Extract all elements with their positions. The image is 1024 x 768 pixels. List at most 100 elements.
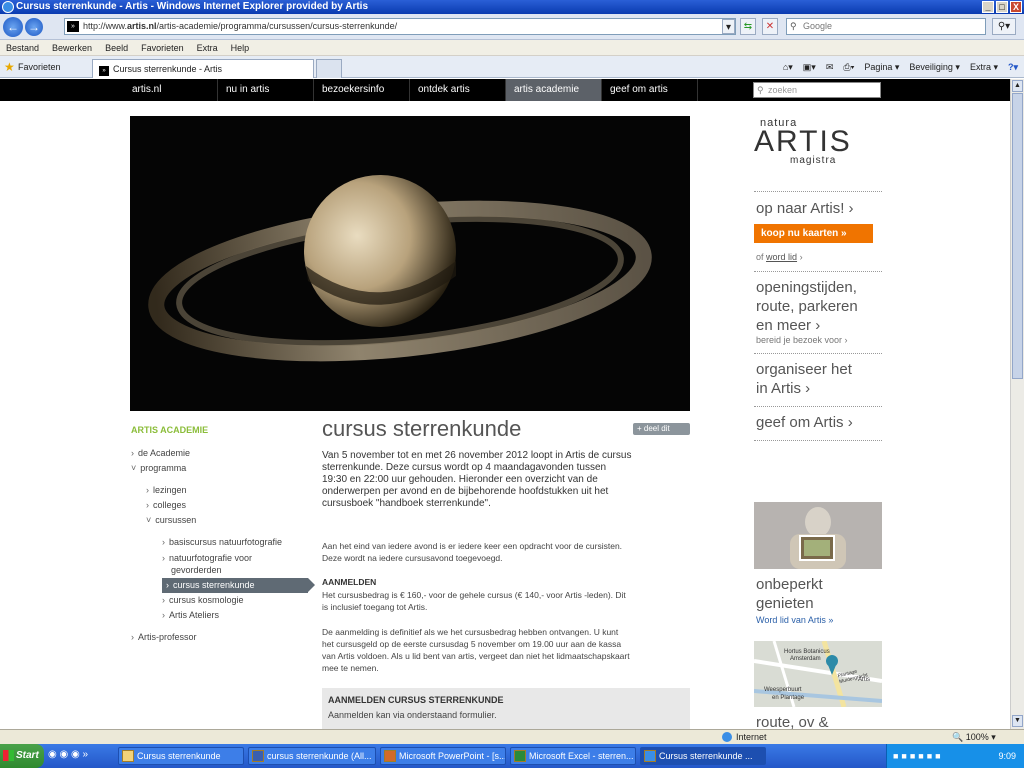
leftnav-colleges[interactable]: › colleges bbox=[146, 499, 186, 511]
excel-icon bbox=[514, 750, 526, 762]
menu-bestand[interactable]: Bestand bbox=[6, 40, 39, 55]
openingstijden-link-2[interactable]: route, parkeren bbox=[756, 297, 858, 316]
nav-artis-nl[interactable]: artis.nl bbox=[124, 79, 218, 101]
divider bbox=[754, 271, 882, 272]
address-input[interactable]: » http://www.artis.nl/artis-academie/pro… bbox=[64, 18, 736, 35]
geef-om-artis-link[interactable]: geef om Artis › bbox=[756, 413, 853, 432]
word-icon bbox=[252, 750, 264, 762]
new-tab-button[interactable] bbox=[316, 59, 342, 78]
search-go-icon[interactable]: ⚲▾ bbox=[992, 18, 1016, 35]
url-domain: artis.nl bbox=[127, 21, 157, 31]
refresh-icon[interactable]: ⇆ bbox=[740, 18, 756, 35]
site-search-input[interactable]: ⚲ zoeken bbox=[753, 82, 881, 98]
leftnav-cursus-sterrenkunde[interactable]: › cursus sterrenkunde bbox=[162, 578, 315, 593]
feeds-icon[interactable]: ▣▾ bbox=[803, 59, 816, 75]
nav-artis-academie[interactable]: artis academie bbox=[506, 79, 602, 101]
leftnav-lezingen[interactable]: › lezingen bbox=[146, 484, 187, 496]
nav-geef-om-artis[interactable]: geef om artis bbox=[602, 79, 698, 101]
menu-favorieten[interactable]: Favorieten bbox=[141, 40, 184, 55]
route-map-image[interactable]: Hortus Botanicus Amsterdam Artis Plantag… bbox=[754, 641, 882, 707]
logo-artis: ARTIS bbox=[754, 125, 852, 158]
leftnav-programma[interactable]: ˅ programma bbox=[131, 462, 186, 474]
leftnav-natuurfotografie-gevorderden[interactable]: › natuurfotografie voor bbox=[162, 552, 252, 564]
menu-help[interactable]: Help bbox=[231, 40, 250, 55]
menu-bewerken[interactable]: Bewerken bbox=[52, 40, 92, 55]
mail-icon[interactable]: ✉ bbox=[826, 59, 834, 75]
nav-bezoekersinfo[interactable]: bezoekersinfo bbox=[314, 79, 410, 101]
route-ov-title[interactable]: route, ov & bbox=[756, 713, 829, 729]
minimize-button[interactable]: _ bbox=[982, 1, 994, 13]
quicklaunch-icons[interactable]: ◉ ◉ ◉ » bbox=[48, 749, 88, 760]
forward-arrow-icon[interactable]: → bbox=[25, 18, 43, 36]
vertical-scrollbar[interactable]: ▲ ▼ bbox=[1010, 79, 1024, 729]
leftnav-de-academie[interactable]: › de Academie bbox=[131, 447, 190, 459]
leftnav-basiscursus[interactable]: › basiscursus natuurfotografie bbox=[162, 536, 282, 548]
maximize-button[interactable]: □ bbox=[996, 1, 1008, 13]
nav-ontdek-artis[interactable]: ontdek artis bbox=[410, 79, 506, 101]
menu-extra[interactable]: Extra bbox=[197, 40, 218, 55]
scroll-thumb[interactable] bbox=[1012, 93, 1023, 379]
address-dropdown-icon[interactable]: ▾ bbox=[722, 19, 735, 34]
word-lid-arrow: › bbox=[799, 252, 803, 262]
word-lid-van-artis-link[interactable]: Word lid van Artis » bbox=[756, 615, 833, 625]
favorites-button[interactable]: ★ Favorieten bbox=[4, 59, 61, 75]
taskbar-item-word[interactable]: cursus sterrenkunde (All... bbox=[248, 747, 376, 765]
window-title: Cursus sterrenkunde - Artis - Windows In… bbox=[16, 1, 369, 12]
cmd-pagina[interactable]: Pagina ▾ bbox=[864, 59, 899, 75]
print-icon[interactable]: ⎙▾ bbox=[843, 59, 854, 75]
start-label: Start bbox=[16, 750, 39, 761]
saturn-illustration bbox=[148, 175, 652, 362]
leftnav-artis-professor[interactable]: › Artis-professor bbox=[131, 631, 197, 643]
chevron-right-icon: › bbox=[162, 595, 165, 605]
back-arrow-icon[interactable]: ← bbox=[3, 17, 23, 37]
openingstijden-link-1[interactable]: openingstijden, bbox=[756, 278, 857, 297]
nav-nu-in-artis[interactable]: nu in artis bbox=[218, 79, 314, 101]
leftnav-artis-ateliers[interactable]: › Artis Ateliers bbox=[162, 609, 219, 621]
taskbar-item-powerpoint[interactable]: Microsoft PowerPoint - [s... bbox=[380, 747, 506, 765]
leftnav-cursussen[interactable]: ˅ cursussen bbox=[146, 514, 196, 526]
share-button[interactable]: + deel dit bbox=[633, 423, 690, 435]
zoom-level[interactable]: 🔍 100% ▾ bbox=[952, 730, 996, 744]
cmd-extra[interactable]: Extra ▾ bbox=[970, 59, 998, 75]
leftnav-gevorderden-line2[interactable]: gevorderden bbox=[171, 564, 222, 576]
aanmelden-box-title: AANMELDEN CURSUS STERRENKUNDE bbox=[328, 695, 504, 705]
onbeperkt-title-2[interactable]: genieten bbox=[756, 594, 814, 613]
promo-image-member[interactable] bbox=[754, 502, 882, 569]
organiseer-link-1[interactable]: organiseer het bbox=[756, 360, 852, 379]
start-button[interactable]: Start bbox=[0, 744, 44, 768]
home-icon[interactable]: ⌂▾ bbox=[783, 59, 793, 75]
cmd-beveiliging[interactable]: Beveiliging ▾ bbox=[909, 59, 960, 75]
taskbar-item-excel[interactable]: Microsoft Excel - sterren... bbox=[510, 747, 636, 765]
status-bar: Internet 🔍 100% ▾ bbox=[0, 729, 1024, 744]
organiseer-link-2[interactable]: in Artis › bbox=[756, 379, 810, 398]
taskbar: Start ◉ ◉ ◉ » Cursus sterrenkunde cursus… bbox=[0, 744, 1024, 768]
menu-beeld[interactable]: Beeld bbox=[105, 40, 128, 55]
help-icon[interactable]: ?▾ bbox=[1008, 59, 1018, 75]
tray-icons[interactable]: ■■■■■■ bbox=[893, 744, 944, 768]
openingstijden-link-3[interactable]: en meer › bbox=[756, 316, 820, 335]
word-lid-link[interactable]: word lid bbox=[766, 252, 797, 262]
search-input[interactable]: ⚲ Google bbox=[786, 18, 986, 35]
close-button[interactable]: X bbox=[1010, 1, 1022, 13]
registration-paragraph: De aanmelding is definitief als we het c… bbox=[322, 627, 630, 673]
taskbar-item-folder[interactable]: Cursus sterrenkunde bbox=[118, 747, 244, 765]
stop-icon[interactable]: ✕ bbox=[762, 18, 778, 35]
chevron-right-icon: › bbox=[131, 448, 134, 458]
taskbar-item-ie[interactable]: Cursus sterrenkunde ... bbox=[640, 747, 766, 765]
leftnav-cursus-kosmologie[interactable]: › cursus kosmologie bbox=[162, 594, 244, 606]
clock[interactable]: 9:09 bbox=[998, 744, 1016, 768]
onbeperkt-title-1[interactable]: onbeperkt bbox=[756, 575, 823, 594]
chevron-down-icon: ˅ bbox=[131, 463, 137, 473]
bereid-bezoek-link[interactable]: bereid je bezoek voor › bbox=[756, 335, 848, 345]
scroll-down-icon[interactable]: ▼ bbox=[1012, 715, 1023, 727]
hero-saturn-image bbox=[130, 116, 690, 411]
koop-kaarten-button[interactable]: koop nu kaarten » bbox=[754, 224, 873, 243]
tab-current[interactable]: » Cursus sterrenkunde - Artis bbox=[92, 59, 314, 78]
scroll-up-icon[interactable]: ▲ bbox=[1012, 80, 1023, 92]
op-naar-artis-link[interactable]: op naar Artis! › bbox=[756, 199, 854, 218]
artis-logo[interactable]: natura ARTIS magistra bbox=[754, 117, 882, 177]
divider bbox=[754, 353, 882, 354]
browser-window: Cursus sterrenkunde - Artis - Windows In… bbox=[0, 0, 1024, 768]
leftnav-label: lezingen bbox=[153, 485, 187, 495]
taskbar-item-label: Cursus sterrenkunde ... bbox=[659, 751, 753, 761]
